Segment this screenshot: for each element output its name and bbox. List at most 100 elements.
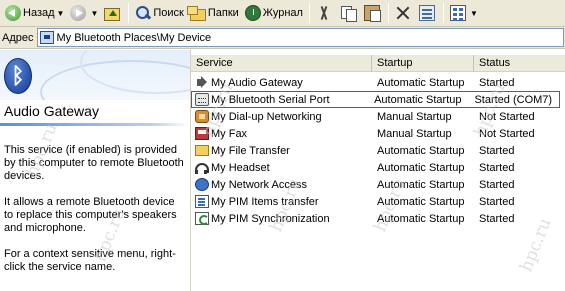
status-value: Started — [479, 161, 515, 174]
views-button[interactable]: ▼ — [447, 2, 481, 24]
network-icon — [195, 178, 209, 191]
delete-x-icon — [395, 5, 411, 21]
back-arrow-icon — [5, 5, 21, 21]
column-header-status[interactable]: Status — [474, 55, 565, 72]
back-button[interactable]: Назад ▼ — [2, 2, 67, 24]
service-name: My Bluetooth Serial Port — [211, 93, 330, 106]
status-value: Started — [479, 144, 515, 157]
service-name: My Fax — [211, 127, 248, 140]
paste-button[interactable] — [361, 2, 385, 24]
list-item[interactable]: My Dial-up Networking Manual Startup Not… — [191, 108, 565, 125]
startup-value: Automatic Startup — [377, 212, 465, 225]
folders-icon — [186, 5, 206, 21]
bluetooth-logo-icon: ᛒ — [4, 58, 32, 94]
column-header-service[interactable]: Service — [191, 55, 372, 72]
address-bar: Адрес My Bluetooth Places\My Device — [0, 27, 565, 49]
list-header: Service Startup Status — [191, 55, 565, 72]
task-pane-divider — [0, 123, 190, 126]
service-name: My Audio Gateway — [211, 76, 303, 89]
sync-icon — [195, 212, 209, 225]
task-pane-banner: ᛒ — [0, 50, 190, 100]
back-dropdown-icon[interactable]: ▼ — [57, 9, 65, 18]
up-folder-icon — [104, 7, 121, 21]
list-item[interactable]: My Audio Gateway Automatic Startup Start… — [191, 74, 565, 91]
address-value: My Bluetooth Places\My Device — [56, 31, 212, 44]
status-value: Started — [479, 212, 515, 225]
search-button[interactable]: Поиск — [132, 2, 186, 24]
properties-button[interactable] — [416, 2, 440, 24]
forward-dropdown-icon[interactable]: ▼ — [90, 9, 98, 18]
list-item[interactable]: My Headset Automatic Startup Started — [191, 159, 565, 176]
delete-button[interactable] — [392, 2, 416, 24]
list-item-highlighted[interactable]: My Bluetooth Serial Port Automatic Start… — [191, 91, 560, 108]
task-pane: ᛒ Audio Gateway This service (if enabled… — [0, 50, 190, 291]
task-pane-paragraph: It allows a remote Bluetooth device to r… — [4, 196, 177, 234]
folders-label: Папки — [207, 7, 239, 19]
address-label: Адрес — [2, 31, 34, 44]
list-item[interactable]: My PIM Synchronization Automatic Startup… — [191, 210, 565, 227]
startup-value: Automatic Startup — [377, 76, 465, 89]
history-label: Журнал — [262, 7, 303, 19]
column-header-startup[interactable]: Startup — [372, 55, 474, 72]
task-pane-paragraph: For a context sensitive menu, right-clic… — [4, 248, 176, 273]
startup-value: Manual Startup — [377, 127, 452, 140]
headset-icon — [195, 162, 209, 174]
address-input[interactable]: My Bluetooth Places\My Device — [36, 28, 564, 47]
service-name: My Headset — [211, 161, 270, 174]
list-item[interactable]: My PIM Items transfer Automatic Startup … — [191, 193, 565, 210]
status-value: Started — [479, 76, 515, 89]
list-item[interactable]: My Network Access Automatic Startup Star… — [191, 176, 565, 193]
folder-icon — [195, 145, 209, 156]
toolbar: Назад ▼ ▼ Поиск Папки Журнал ▼ — [0, 0, 565, 27]
forward-button[interactable]: ▼ — [67, 2, 101, 24]
paste-icon — [363, 5, 381, 22]
toolbar-separator — [387, 3, 389, 23]
list-item[interactable]: My File Transfer Automatic Startup Start… — [191, 142, 565, 159]
search-label: Поиск — [153, 7, 184, 19]
back-label: Назад — [23, 7, 55, 19]
phone-icon — [195, 110, 209, 123]
startup-value: Automatic Startup — [377, 161, 465, 174]
up-folder-button[interactable] — [101, 2, 125, 24]
status-value: Not Started — [479, 110, 535, 123]
startup-value: Automatic Startup — [377, 195, 465, 208]
startup-value: Automatic Startup — [374, 93, 462, 106]
views-grid-icon — [449, 5, 466, 21]
service-name: My File Transfer — [211, 144, 290, 157]
folders-button[interactable]: Папки — [186, 2, 242, 24]
scissors-icon — [316, 5, 332, 21]
startup-value: Manual Startup — [377, 110, 452, 123]
list-item[interactable]: My Fax Manual Startup Not Started — [191, 125, 565, 142]
toolbar-separator — [128, 3, 130, 23]
search-icon — [135, 5, 151, 21]
status-value: Not Started — [479, 127, 535, 140]
toolbar-separator — [442, 3, 444, 23]
properties-icon — [418, 5, 435, 21]
service-name: My Network Access — [211, 178, 307, 191]
bluetooth-device-icon — [39, 31, 54, 44]
cut-button[interactable] — [313, 2, 337, 24]
service-name: My Dial-up Networking — [211, 110, 322, 123]
services-list: Service Startup Status My Audio Gateway … — [190, 50, 565, 291]
service-name: My PIM Items transfer — [211, 195, 319, 208]
forward-arrow-icon — [70, 5, 87, 21]
views-dropdown-icon[interactable]: ▼ — [470, 9, 478, 18]
status-value: Started — [479, 178, 515, 191]
fax-icon — [195, 127, 209, 140]
history-button[interactable]: Журнал — [242, 2, 306, 24]
startup-value: Automatic Startup — [377, 178, 465, 191]
toolbar-separator — [308, 3, 310, 23]
status-value: Started — [479, 195, 515, 208]
copy-button[interactable] — [337, 2, 361, 24]
service-name: My PIM Synchronization — [211, 212, 330, 225]
serial-port-icon — [195, 93, 209, 106]
list-rows: My Audio Gateway Automatic Startup Start… — [191, 74, 565, 227]
task-pane-paragraph: This service (if enabled) is provided by… — [4, 144, 184, 182]
task-pane-title: Audio Gateway — [4, 103, 99, 119]
startup-value: Automatic Startup — [377, 144, 465, 157]
history-icon — [244, 5, 261, 21]
copy-icon — [340, 5, 357, 22]
status-value: Started (COM7) — [474, 93, 553, 106]
pim-icon — [195, 195, 209, 208]
speaker-icon — [195, 76, 209, 89]
